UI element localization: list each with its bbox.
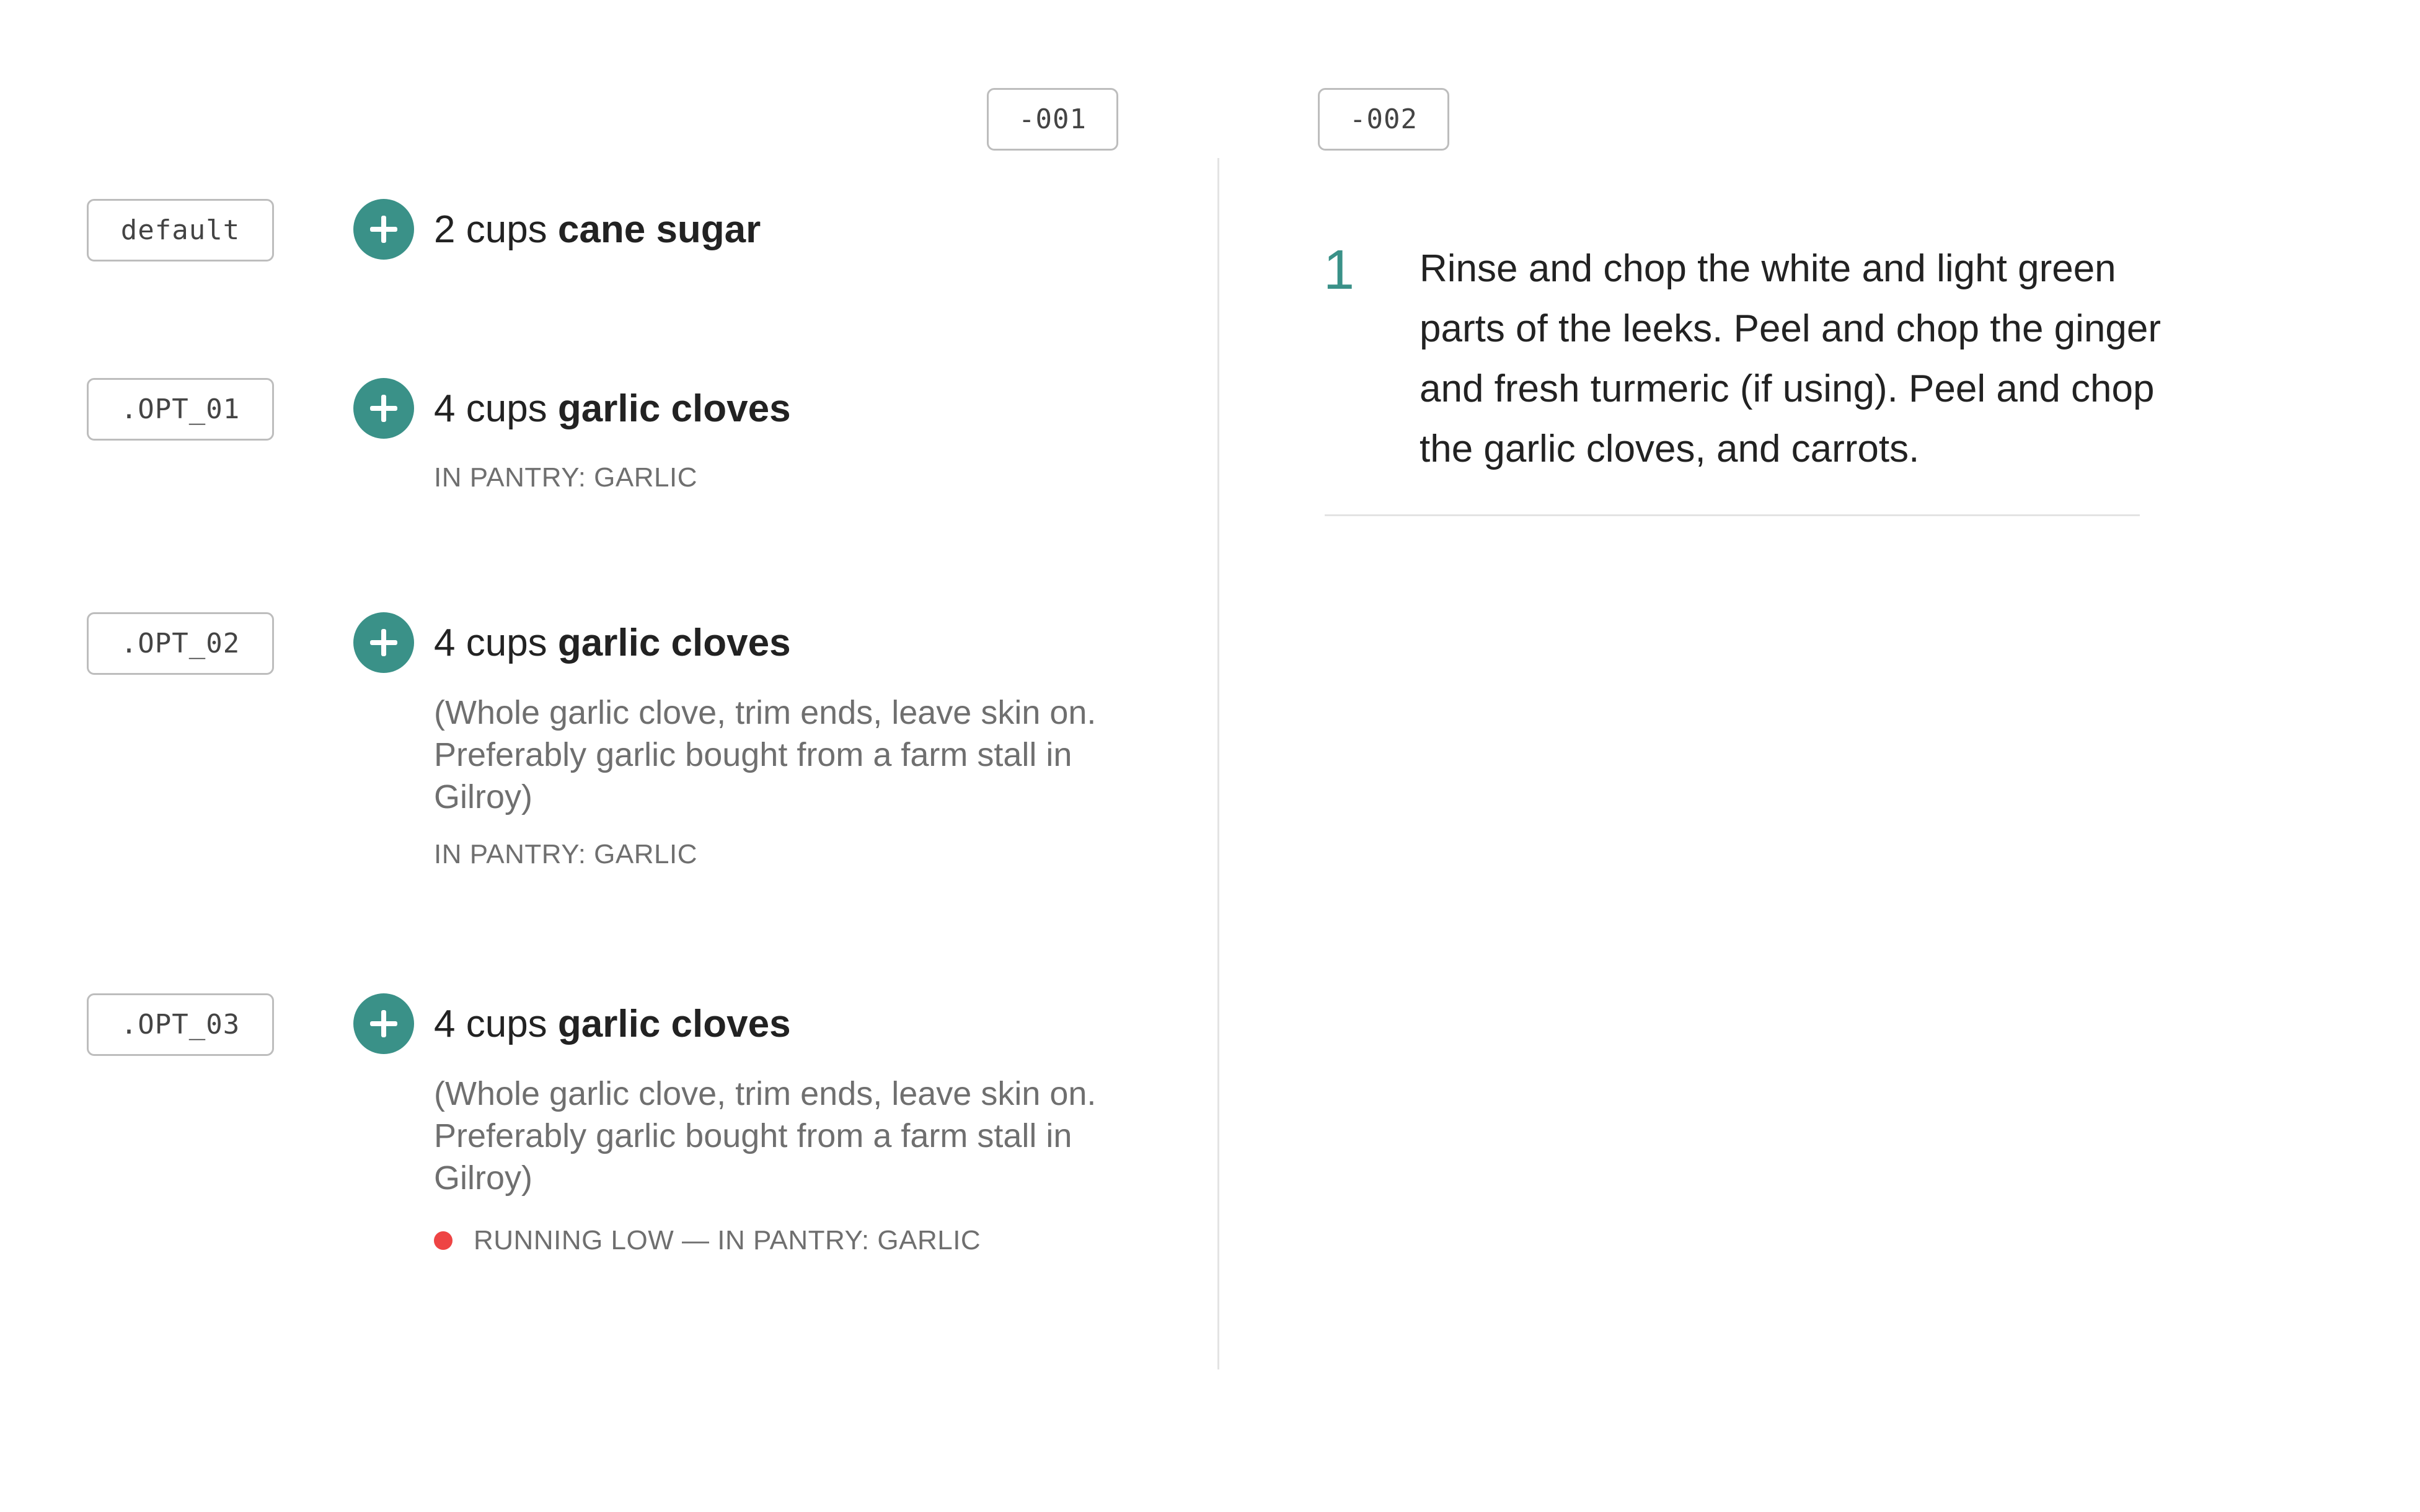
ingredient-item-opt-02: 4 cups garlic cloves (Whole garlic clove…	[353, 612, 1184, 870]
step-number: 1	[1323, 239, 1355, 301]
ingredient-item-default: 2 cups cane sugar	[353, 199, 1184, 260]
variant-tag-opt-02: .OPT_02	[87, 612, 274, 675]
status-dot-icon	[434, 1231, 453, 1250]
ingredient-line: 4 cups garlic cloves	[434, 387, 791, 431]
ingredient-name: garlic cloves	[557, 387, 791, 430]
ingredient-quantity: 2 cups	[434, 208, 547, 251]
ingredient-line: 2 cups cane sugar	[434, 208, 761, 252]
ingredient-note: (Whole garlic clove, trim ends, leave sk…	[434, 694, 1097, 815]
ingredient-quantity: 4 cups	[434, 387, 547, 430]
variant-tag-opt-01: .OPT_01	[87, 378, 274, 441]
ingredient-quantity: 4 cups	[434, 1002, 547, 1045]
step-text: Rinse and chop the white and light green…	[1420, 247, 2162, 470]
pantry-status: IN PANTRY: GARLIC	[434, 839, 697, 869]
ingredient-item-opt-03: 4 cups garlic cloves (Whole garlic clove…	[353, 993, 1184, 1256]
add-ingredient-plus-icon[interactable]	[353, 993, 414, 1054]
ingredient-name: garlic cloves	[557, 1002, 791, 1045]
pantry-status-text: RUNNING LOW — IN PANTRY: GARLIC	[474, 1225, 981, 1255]
add-ingredient-plus-icon[interactable]	[353, 199, 414, 260]
step-divider	[1325, 514, 2140, 516]
ingredient-note: (Whole garlic clove, trim ends, leave sk…	[434, 1075, 1097, 1197]
variant-column-tag-002: -002	[1318, 88, 1449, 151]
ingredient-line: 4 cups garlic cloves	[434, 621, 791, 665]
add-ingredient-plus-icon[interactable]	[353, 612, 414, 673]
variant-tag-default: default	[87, 199, 274, 262]
ingredient-item-opt-01: 4 cups garlic cloves IN PANTRY: GARLIC	[353, 378, 1184, 493]
pantry-status: RUNNING LOW — IN PANTRY: GARLIC	[434, 1225, 1184, 1256]
column-divider	[1217, 158, 1219, 1369]
pantry-status: IN PANTRY: GARLIC	[434, 462, 697, 493]
add-ingredient-plus-icon[interactable]	[353, 378, 414, 439]
ingredient-name: garlic cloves	[557, 621, 791, 664]
ingredient-line: 4 cups garlic cloves	[434, 1002, 791, 1046]
ingredient-quantity: 4 cups	[434, 621, 547, 664]
ingredient-name: cane sugar	[557, 208, 761, 251]
variant-tag-opt-03: .OPT_03	[87, 993, 274, 1056]
variant-column-tag-001: -001	[987, 88, 1118, 151]
